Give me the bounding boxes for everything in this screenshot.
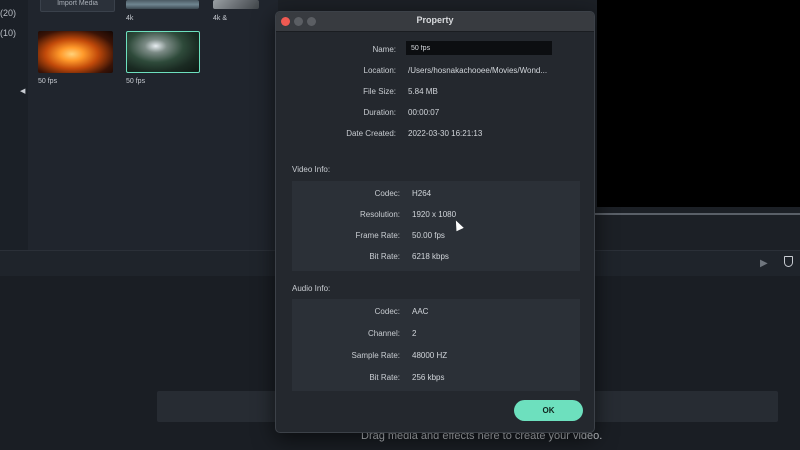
video-codec-value: H264 (412, 189, 432, 198)
audio-bit-rate-label: Bit Rate: (369, 373, 400, 382)
sample-rate-label: Sample Rate: (351, 351, 400, 360)
audio-info-panel: Codec: AAC Channel: 2 Sample Rate: 48000… (292, 299, 580, 391)
date-created-value: 2022-03-30 16:21:13 (408, 129, 483, 138)
file-size-label: File Size: (363, 87, 396, 96)
preview-window (597, 0, 800, 207)
dialog-title: Property (416, 15, 454, 25)
play-icon[interactable]: ▶ (760, 258, 768, 269)
video-info-heading: Video Info: (292, 165, 331, 174)
media-caption: 4k (126, 15, 134, 22)
resolution-value: 1920 x 1080 (412, 210, 457, 219)
media-thumbnail-selected[interactable] (126, 31, 200, 73)
file-size-value: 5.84 MB (408, 87, 438, 96)
name-field[interactable] (406, 41, 552, 55)
duration-value: 00:00:07 (408, 108, 440, 117)
location-label: Location: (363, 66, 396, 75)
property-dialog: Property Name: Location: /Users/hosnakac… (275, 11, 595, 433)
ok-button[interactable]: OK (514, 400, 583, 421)
left-rail: (20) (10) ◀ (0, 0, 28, 250)
sample-rate-value: 48000 HZ (412, 351, 448, 360)
collapse-arrow-icon[interactable]: ◀ (20, 87, 25, 95)
channel-label: Channel: (367, 329, 400, 338)
name-label: Name: (372, 45, 396, 54)
video-bit-rate-label: Bit Rate: (369, 252, 400, 261)
folder-count: (10) (0, 28, 17, 38)
frame-rate-value: 50.00 fps (412, 231, 445, 240)
media-thumbnail[interactable] (126, 0, 199, 9)
media-caption: 50 fps (126, 78, 146, 85)
date-created-label: Date Created: (346, 129, 396, 138)
import-media-button[interactable]: Import Media (40, 0, 115, 12)
media-caption: 50 fps (38, 78, 58, 85)
video-info-panel: Codec: H264 Resolution: 1920 x 1080 Fram… (292, 181, 580, 271)
media-caption: 4k & (213, 15, 228, 22)
video-codec-label: Codec: (374, 189, 400, 198)
video-bit-rate-value: 6218 kbps (412, 252, 449, 261)
preview-progress-bar[interactable] (593, 213, 800, 215)
marker-icon[interactable] (784, 256, 793, 267)
audio-codec-label: Codec: (374, 307, 400, 316)
audio-info-heading: Audio Info: (292, 284, 331, 293)
audio-bit-rate-value: 256 kbps (412, 373, 445, 382)
channel-value: 2 (412, 329, 417, 338)
folder-count: (20) (0, 8, 17, 18)
audio-codec-value: AAC (412, 307, 429, 316)
dialog-titlebar[interactable]: Property (276, 12, 594, 32)
resolution-label: Resolution: (359, 210, 400, 219)
frame-rate-label: Frame Rate: (355, 231, 400, 240)
media-thumbnail[interactable] (38, 31, 113, 73)
duration-label: Duration: (363, 108, 396, 117)
location-value: /Users/hosnakachooee/Movies/Wond... (408, 66, 548, 75)
media-thumbnail[interactable] (213, 0, 259, 9)
